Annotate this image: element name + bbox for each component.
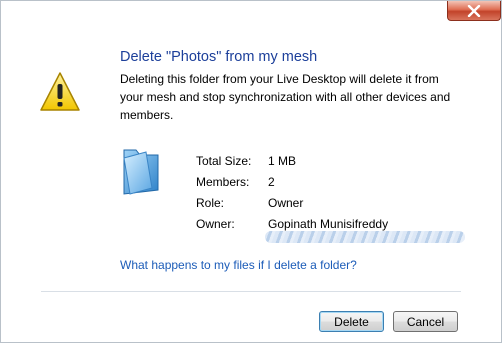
divider <box>41 291 461 292</box>
delete-folder-dialog: Delete "Photos" from my mesh Deleting th… <box>0 0 502 343</box>
members-row: Members: 2 <box>196 171 388 192</box>
close-button[interactable] <box>447 1 501 21</box>
cancel-button[interactable]: Cancel <box>393 311 458 332</box>
warning-triangle-icon <box>40 72 80 111</box>
role-row: Role: Owner <box>196 192 388 213</box>
total-size-label: Total Size: <box>196 153 252 168</box>
redacted-email <box>265 231 465 243</box>
dialog-message: Deleting this folder from your Live Desk… <box>120 72 451 122</box>
folder-icon <box>123 149 159 195</box>
folder-info: Total Size: 1 MB Members: 2 Role: Owner … <box>196 150 388 234</box>
help-link[interactable]: What happens to my files if I delete a f… <box>120 258 357 272</box>
role-label: Role: <box>196 195 225 210</box>
members-value: 2 <box>268 174 275 189</box>
owner-label: Owner: <box>196 216 235 231</box>
close-icon <box>467 4 481 17</box>
total-size-value: 1 MB <box>268 153 297 168</box>
owner-value: Gopinath Munisifreddy <box>268 216 389 231</box>
total-size-row: Total Size: 1 MB <box>196 150 388 171</box>
members-label: Members: <box>196 174 250 189</box>
delete-button[interactable]: Delete <box>319 311 384 332</box>
role-value: Owner <box>268 195 304 210</box>
dialog-title: Delete "Photos" from my mesh <box>120 49 318 65</box>
